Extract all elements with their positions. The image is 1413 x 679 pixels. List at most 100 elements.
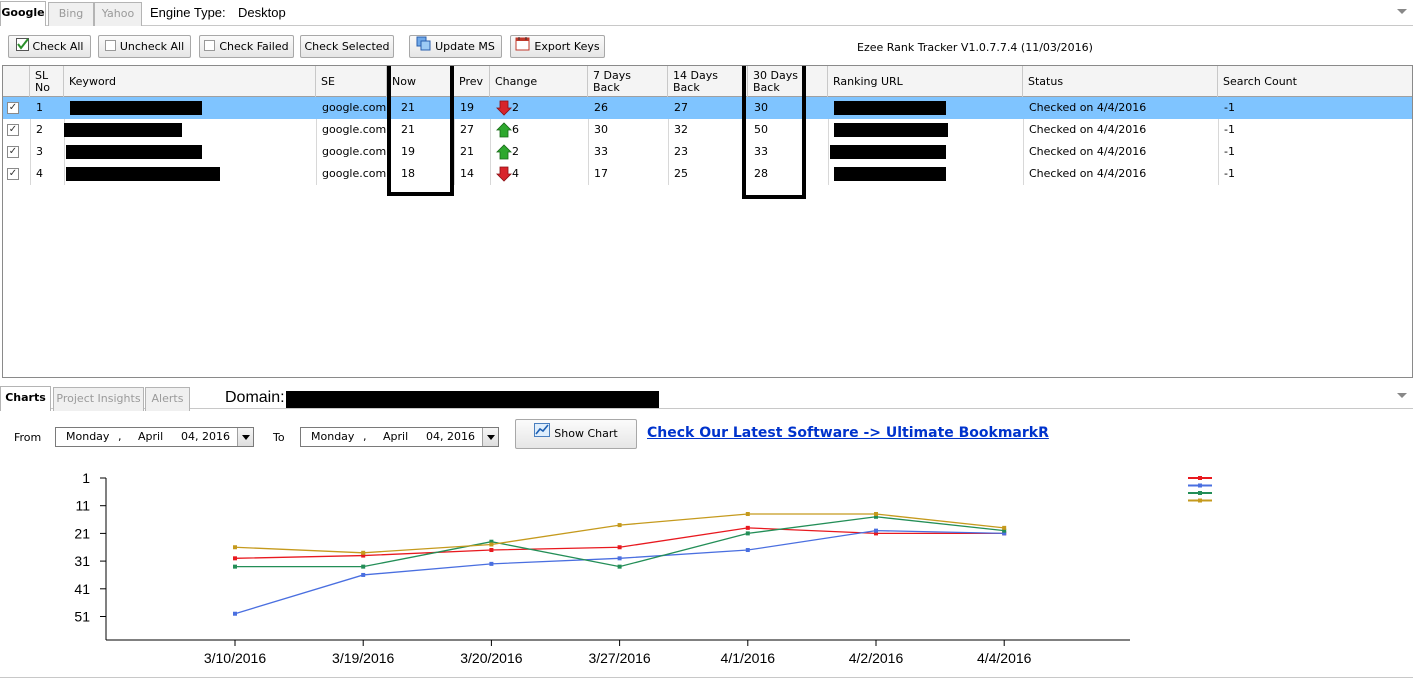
collapse-arrow-icon[interactable] xyxy=(1397,393,1407,398)
cell-14-days: 25 xyxy=(674,167,688,180)
check-selected-button[interactable]: Check Selected xyxy=(300,35,394,58)
table-row[interactable]: ✓ 4 google.com 18 14 4 17 25 28 Checked … xyxy=(3,163,1412,185)
change-value: 6 xyxy=(512,123,519,136)
legend-marker xyxy=(1198,498,1202,503)
header-prev[interactable]: Prev xyxy=(454,66,490,97)
y-tick-label: 51 xyxy=(74,609,90,625)
redaction-bar xyxy=(70,101,202,115)
tab-bing[interactable]: Bing xyxy=(48,2,94,26)
legend-marker xyxy=(1198,476,1202,480)
x-tick-label: 4/4/2016 xyxy=(977,650,1032,666)
header-7-days-back[interactable]: 7 Days Back xyxy=(588,66,668,97)
redaction-bar xyxy=(66,167,220,181)
uncheck-all-button[interactable]: Uncheck All xyxy=(98,35,191,58)
change-value: 2 xyxy=(512,101,519,114)
tab-alerts[interactable]: Alerts xyxy=(145,387,190,411)
rank-history-chart: 111213141513/10/2016 3/19/2016 3/20/2016 3/… xyxy=(74,470,1212,666)
cell-sl-no: 2 xyxy=(36,123,43,136)
check-selected-label: Check Selected xyxy=(304,40,390,53)
tab-google[interactable]: Google xyxy=(0,1,46,26)
redaction-bar xyxy=(834,123,948,137)
cell-change: 6 xyxy=(490,119,519,141)
to-sep: , xyxy=(363,430,367,443)
tab-yahoo[interactable]: Yahoo xyxy=(94,2,142,26)
table-row[interactable]: ✓ 2 google.com 21 27 6 30 32 50 Checked … xyxy=(3,119,1412,141)
check-failed-button[interactable]: Check Failed xyxy=(199,35,294,58)
collapse-arrow-icon[interactable] xyxy=(1397,9,1407,14)
cell-se: google.com xyxy=(322,145,387,158)
to-date-picker[interactable]: Monday , April 04, 2016 xyxy=(300,427,499,447)
header-sl-line2: No xyxy=(35,80,50,94)
header-7-days-line2: Back xyxy=(593,80,620,94)
header-ranking-url[interactable]: Ranking URL xyxy=(828,66,1023,97)
row-checkbox[interactable]: ✓ xyxy=(7,168,19,180)
change-value: 2 xyxy=(512,145,519,158)
cell-ranking-url-redacted xyxy=(828,97,946,119)
from-sep: , xyxy=(118,430,122,443)
cell-status: Checked on 4/4/2016 xyxy=(1029,123,1147,136)
data-point xyxy=(361,564,366,569)
update-ms-label: Update MS xyxy=(435,40,495,53)
export-keys-button[interactable]: Export Keys xyxy=(510,35,605,58)
header-status[interactable]: Status xyxy=(1023,66,1218,97)
header-se[interactable]: SE xyxy=(316,66,387,97)
header-search-count[interactable]: Search Count xyxy=(1218,66,1412,97)
check-all-button[interactable]: Check All xyxy=(8,35,91,58)
promo-link[interactable]: Check Our Latest Software -> Ultimate Bo… xyxy=(647,425,1049,441)
check-all-label: Check All xyxy=(32,40,84,53)
x-tick-label: 3/19/2016 xyxy=(332,650,394,666)
empty-checkbox-icon xyxy=(204,37,216,58)
x-tick-label: 4/2/2016 xyxy=(849,650,904,666)
data-point xyxy=(361,550,366,555)
cell-status: Checked on 4/4/2016 xyxy=(1029,101,1147,114)
cell-prev: 19 xyxy=(460,101,474,114)
redaction-bar xyxy=(834,167,946,181)
uncheck-all-label: Uncheck All xyxy=(119,40,185,53)
y-tick-label: 41 xyxy=(74,581,90,597)
cell-change: 4 xyxy=(490,163,519,185)
header-keyword-label: Keyword xyxy=(69,74,116,88)
to-date: 04, 2016 xyxy=(426,430,475,443)
data-point xyxy=(233,611,237,616)
chevron-down-icon[interactable] xyxy=(482,428,498,446)
data-point xyxy=(361,572,366,577)
cell-search-count: -1 xyxy=(1224,145,1235,158)
tab-charts[interactable]: Charts xyxy=(0,386,51,411)
chevron-down-icon[interactable] xyxy=(237,428,253,446)
data-point xyxy=(233,564,237,569)
cell-7-days: 26 xyxy=(594,101,608,114)
version-label: Ezee Rank Tracker V1.0.7.7.4 (11/03/2016… xyxy=(857,41,1093,54)
show-chart-button[interactable]: Show Chart xyxy=(515,419,637,449)
row-checkbox[interactable]: ✓ xyxy=(7,102,19,114)
engine-type-value: Desktop xyxy=(238,5,286,20)
update-ms-button[interactable]: Update MS xyxy=(409,35,502,58)
cell-status: Checked on 4/4/2016 xyxy=(1029,145,1147,158)
from-date-picker[interactable]: Monday , April 04, 2016 xyxy=(55,427,254,447)
from-label: From xyxy=(14,431,42,444)
cell-ranking-url-redacted xyxy=(828,163,946,185)
header-status-label: Status xyxy=(1028,74,1064,88)
change-value: 4 xyxy=(512,167,519,180)
cell-se: google.com xyxy=(322,167,387,180)
table-row[interactable]: ✓ 3 google.com 19 21 2 33 23 33 Checked … xyxy=(3,141,1412,163)
data-point xyxy=(617,556,622,561)
header-ranking-url-label: Ranking URL xyxy=(833,74,903,88)
cell-7-days: 17 xyxy=(594,167,608,180)
redaction-bar xyxy=(834,101,946,115)
header-change[interactable]: Change xyxy=(490,66,588,97)
data-point xyxy=(617,564,622,569)
checkmark-icon xyxy=(15,37,29,58)
cell-search-count: -1 xyxy=(1224,101,1235,114)
tab-project-insights[interactable]: Project Insights xyxy=(53,387,144,411)
row-checkbox[interactable]: ✓ xyxy=(7,124,19,136)
cell-status: Checked on 4/4/2016 xyxy=(1029,167,1147,180)
header-keyword[interactable]: Keyword xyxy=(64,66,316,97)
header-sl-no[interactable]: SL No xyxy=(30,66,64,97)
row-checkbox[interactable]: ✓ xyxy=(7,146,19,158)
header-14-days-back[interactable]: 14 Days Back xyxy=(668,66,748,97)
table-row[interactable]: ✓ 1 google.com 21 19 2 26 27 30 Checked … xyxy=(3,97,1412,119)
up-arrow-icon xyxy=(496,144,512,160)
data-point xyxy=(745,512,750,517)
y-tick-label: 1 xyxy=(82,470,90,486)
cell-prev: 21 xyxy=(460,145,474,158)
